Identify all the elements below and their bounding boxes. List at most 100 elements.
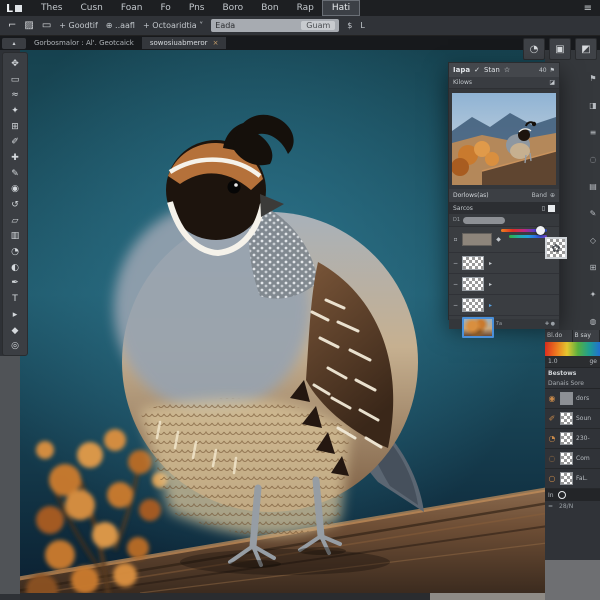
search-go-button[interactable]: Guam <box>301 21 336 30</box>
dock-panel-icon-5[interactable]: ✎ <box>590 209 597 218</box>
gradient-tool[interactable]: ▥ <box>5 229 25 245</box>
fill-swatch[interactable] <box>548 204 555 212</box>
brush-tool[interactable]: ✎ <box>5 166 25 182</box>
empty-layer-thumbnail[interactable] <box>462 256 484 270</box>
options-field-c[interactable]: + Octoaridtia ˅ <box>143 21 203 30</box>
menu-item-6[interactable]: Boro <box>213 1 252 15</box>
menu-item-7[interactable]: Bon <box>252 1 287 15</box>
gradient-strips[interactable] <box>501 226 547 241</box>
options-icon-b[interactable]: ▭ <box>42 20 51 31</box>
zoom-tool[interactable]: ◎ <box>5 338 25 354</box>
layer-row-photo-selected[interactable] <box>449 316 559 339</box>
dock-history-button[interactable]: ◔ <box>523 38 545 60</box>
list-item[interactable]: ✐ Soun <box>545 409 600 429</box>
document-tab-active[interactable]: sowosiuabmeror × <box>141 37 227 49</box>
clone-stamp-tool[interactable]: ◉ <box>5 182 25 198</box>
shape-tool[interactable]: ◆ <box>5 323 25 339</box>
lock-icon[interactable]: ▯ <box>542 205 545 212</box>
options-field-b[interactable]: ⊕ ..aafl <box>106 21 135 30</box>
gradient-strip-2[interactable] <box>501 226 547 235</box>
menu-item-1[interactable]: Thes <box>32 1 71 15</box>
options-extra-b[interactable]: L <box>360 21 364 30</box>
dock-panel-icon-2[interactable]: ≡ <box>590 128 597 137</box>
menu-item-4[interactable]: Fo <box>151 1 179 15</box>
layer-row-empty-1[interactable]: − ▸ <box>449 253 559 274</box>
flower-layer-thumbnail[interactable]: ✿ <box>545 237 567 259</box>
panel-header[interactable]: Iapa ✓ Stan ☆ 40 ⚑ <box>449 63 559 77</box>
eraser-tool[interactable]: ▱ <box>5 213 25 229</box>
layer-swatch[interactable] <box>462 233 492 246</box>
toolbar-collapse-button[interactable]: ▴ <box>2 37 26 49</box>
circle-icon[interactable] <box>557 491 566 499</box>
layers-list: ▫ ◆ ✿ − ▸ − ▸ − ▸ <box>449 226 567 338</box>
dock-panel-icon-9[interactable]: ◍ <box>590 317 597 326</box>
minus-icon[interactable]: − <box>452 302 459 309</box>
dock-panel-icon-7[interactable]: ⊞ <box>590 263 597 272</box>
empty-layer-thumbnail[interactable] <box>462 277 484 291</box>
menu-item-3[interactable]: Foan <box>112 1 152 15</box>
dock-panel-icon-4[interactable]: ▤ <box>589 182 597 191</box>
panel-sub-icon[interactable]: ◪ <box>549 79 555 86</box>
path-select-tool[interactable]: ▸ <box>5 307 25 323</box>
dock-panel-icon-8[interactable]: ✦ <box>590 290 597 299</box>
options-field-a[interactable]: + Goodtif <box>59 21 98 30</box>
list-item[interactable]: ◔ 230- <box>545 429 600 449</box>
dock-adjust-button[interactable]: ◩ <box>575 38 597 60</box>
dodge-tool[interactable]: ◐ <box>5 260 25 276</box>
minus-icon[interactable]: − <box>452 260 459 267</box>
menu-item-9-active[interactable]: Hati <box>321 0 361 16</box>
options-extra-a[interactable]: $ <box>347 21 352 30</box>
app-logo[interactable]: L <box>6 2 23 15</box>
dock-panel-icon-6[interactable]: ◇ <box>590 236 596 245</box>
lasso-tool[interactable]: ≈ <box>5 87 25 103</box>
tab-close-icon[interactable]: × <box>213 37 219 49</box>
hamburger-menu-icon[interactable]: ≡ <box>584 3 592 14</box>
list-item[interactable]: ◉ dors <box>545 389 600 409</box>
minus-icon[interactable]: − <box>452 281 459 288</box>
options-icon-a[interactable]: ▨ <box>24 20 33 31</box>
lr-tab-2[interactable]: B say <box>572 330 600 342</box>
check-icon[interactable]: ✓ <box>474 66 480 74</box>
type-tool[interactable]: T <box>5 291 25 307</box>
layer-row-gradient[interactable]: ▫ ◆ ✿ <box>449 226 567 259</box>
navigator-panel[interactable] <box>449 89 559 189</box>
expand-arrow-icon-blue[interactable]: ▸ <box>487 302 494 309</box>
layer-row-empty-2[interactable]: − ▸ <box>449 274 559 295</box>
blend-mode-label[interactable]: Band <box>532 192 547 199</box>
list-item[interactable]: ◌ Com <box>545 449 600 469</box>
gradient-strip-3[interactable] <box>509 235 547 238</box>
dock-panel-icon-3[interactable]: ◌ <box>590 155 597 164</box>
marquee-tool[interactable]: ▭ <box>5 72 25 88</box>
panel-tab-label[interactable]: Stan <box>484 66 500 74</box>
opacity-slider[interactable] <box>463 216 506 224</box>
expand-arrow-icon[interactable]: ▸ <box>487 260 494 267</box>
layer-row-empty-3[interactable]: − ▸ <box>449 295 559 316</box>
gradient-knob[interactable] <box>536 226 545 235</box>
empty-layer-thumbnail[interactable] <box>462 298 484 312</box>
list-item[interactable]: ○ FaL. <box>545 469 600 489</box>
dock-flag-icon[interactable]: ⚑ <box>589 74 596 83</box>
search-input[interactable]: Eada Guam <box>211 19 340 32</box>
menu-item-5[interactable]: Pns <box>180 1 214 15</box>
document-tab-inactive[interactable]: Gorbosmalor : Al'. Geotcaick <box>26 39 142 47</box>
pen-tool[interactable]: ✒ <box>5 276 25 292</box>
dock-info-button[interactable]: ▣ <box>549 38 571 60</box>
blur-tool[interactable]: ◔ <box>5 244 25 260</box>
eyedropper-tool[interactable]: ✐ <box>5 134 25 150</box>
move-tool[interactable]: ✥ <box>5 56 25 72</box>
expand-arrow-icon[interactable]: ▸ <box>487 281 494 288</box>
star-icon[interactable]: ☆ <box>504 66 510 74</box>
add-adjustment-icon[interactable]: ⊕ <box>550 192 555 199</box>
heal-tool[interactable]: ✚ <box>5 150 25 166</box>
photo-layer-thumbnail[interactable] <box>462 317 494 338</box>
flag-icon[interactable]: ⚑ <box>550 67 555 74</box>
crop-tool[interactable]: ⊞ <box>5 119 25 135</box>
menu-item-8[interactable]: Rap <box>288 1 323 15</box>
color-spectrum-bar[interactable] <box>545 342 600 356</box>
visibility-toggle[interactable]: ▫ <box>452 236 459 243</box>
menu-item-2[interactable]: Cusn <box>71 1 111 15</box>
dock-panel-icon-1[interactable]: ◨ <box>589 101 597 110</box>
quick-select-tool[interactable]: ✦ <box>5 103 25 119</box>
history-brush-tool[interactable]: ↺ <box>5 197 25 213</box>
tool-preset-icon[interactable]: ⌐ <box>8 20 16 31</box>
